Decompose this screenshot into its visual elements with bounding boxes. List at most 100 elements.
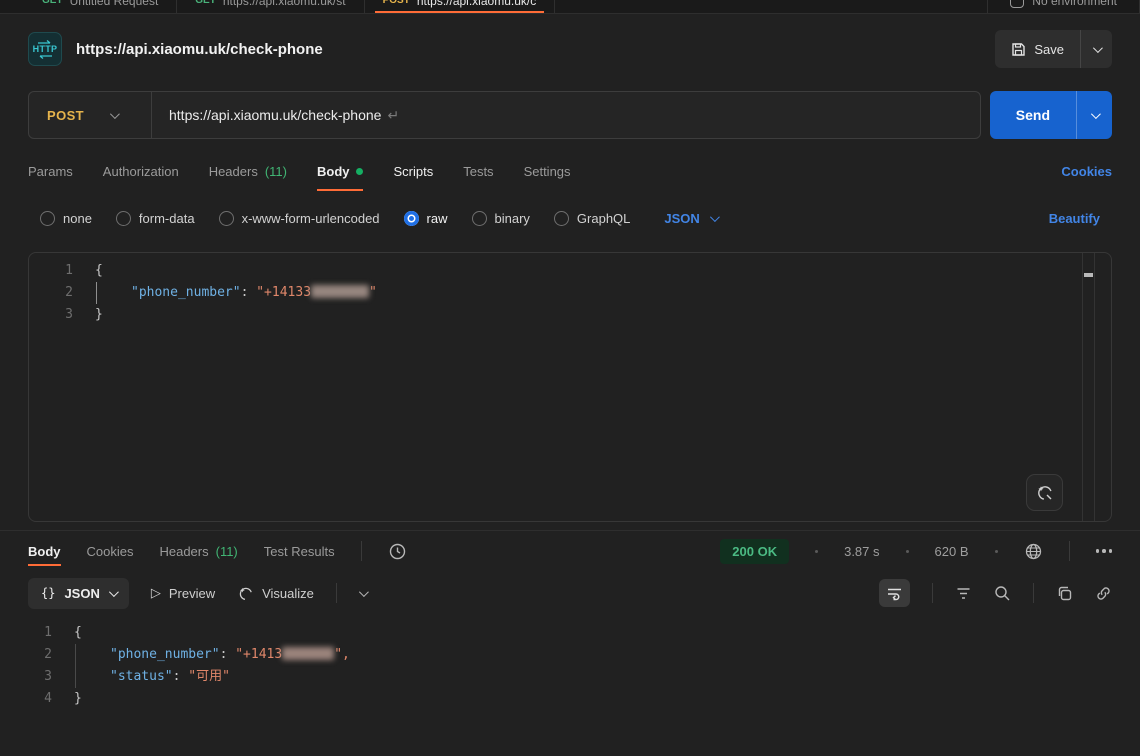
tab-settings[interactable]: Settings (524, 146, 571, 196)
radio-label: form-data (139, 211, 195, 226)
tab-headers[interactable]: Headers (11) (209, 146, 287, 196)
return-key-glyph: ↵ (387, 107, 399, 123)
visualize-button[interactable]: Visualize (237, 585, 314, 602)
request-body-editor[interactable]: 1 { 2 "phone_number": "+14133" 3 } (28, 252, 1112, 522)
json-value: " (369, 285, 377, 300)
tab-label: Tests (463, 164, 493, 179)
url-value: https://api.xiaomu.uk/check-phone (169, 107, 381, 123)
code-token: : (173, 669, 189, 684)
postbot-button[interactable] (1026, 474, 1063, 511)
radio-urlencoded[interactable]: x-www-form-urlencoded (219, 211, 380, 226)
request-tab-untitled[interactable]: GET Untitled Request (24, 0, 176, 13)
indent-guide (75, 666, 76, 688)
line-number: 3 (29, 304, 73, 326)
chevron-down-icon (359, 587, 369, 597)
beautify-link[interactable]: Beautify (1049, 211, 1100, 226)
redacted-phone-number (282, 647, 334, 660)
response-format-dropdown[interactable]: {} JSON (28, 578, 129, 609)
divider (1033, 583, 1034, 603)
radio-form-data[interactable]: form-data (116, 211, 195, 226)
radio-raw[interactable]: raw (404, 211, 448, 226)
chevron-down-icon (110, 109, 120, 119)
request-tab-2[interactable]: GET https://api.xiaomu.uk/st (177, 0, 363, 13)
response-body-viewer[interactable]: 1 { 2 "phone_number": "+1413", 3 "status… (0, 615, 1140, 710)
radio-label: x-www-form-urlencoded (242, 211, 380, 226)
response-tab-cookies[interactable]: Cookies (87, 531, 134, 571)
tab-tests[interactable]: Tests (463, 146, 493, 196)
chevron-down-icon (1091, 109, 1101, 119)
history-icon[interactable] (388, 542, 407, 561)
caret (96, 282, 98, 304)
tab-label: Test Results (264, 544, 335, 559)
response-time[interactable]: 3.87 s (844, 544, 879, 559)
editor-scrollbar[interactable] (1082, 253, 1095, 521)
radio-none[interactable]: none (40, 211, 92, 226)
code-token: } (74, 691, 82, 706)
tab-label: Headers (209, 164, 258, 179)
response-tab-headers[interactable]: Headers (11) (159, 531, 237, 571)
send-button-label: Send (1016, 107, 1050, 123)
postbot-sparkle-icon (1035, 483, 1054, 502)
body-mode-row: none form-data x-www-form-urlencoded raw… (0, 196, 1140, 240)
line-number: 2 (0, 644, 52, 666)
response-tab-body[interactable]: Body (28, 531, 61, 571)
braces-icon: {} (41, 586, 55, 600)
save-button-label: Save (1034, 42, 1064, 57)
separator-dot (995, 550, 998, 553)
response-tab-test-results[interactable]: Test Results (264, 531, 335, 571)
method-dropdown[interactable]: POST (29, 108, 151, 123)
filter-icon[interactable] (955, 586, 972, 601)
indent-guide (75, 644, 76, 666)
method-label-post: POST (383, 0, 410, 6)
url-row: POST https://api.xiaomu.uk/check-phone↵ … (0, 84, 1140, 146)
url-input[interactable]: https://api.xiaomu.uk/check-phone ↵ (152, 107, 399, 124)
radio-icon (219, 211, 234, 226)
headers-count: (11) (265, 164, 287, 179)
json-value: "+1413 (235, 647, 282, 662)
line-number: 2 (29, 282, 73, 304)
network-globe-icon[interactable] (1024, 542, 1043, 561)
tab-label: Scripts (393, 164, 433, 179)
save-icon (1011, 42, 1026, 57)
save-button[interactable]: Save (995, 30, 1080, 68)
preview-button[interactable]: ▷ Preview (151, 585, 215, 601)
send-split-button: Send (990, 91, 1112, 139)
scrollbar-thumb[interactable] (1084, 273, 1093, 277)
visualize-options-chevron[interactable] (359, 590, 366, 597)
save-split-button: Save (995, 30, 1112, 68)
method-label-get: GET (42, 0, 63, 6)
more-options-icon[interactable] (1096, 549, 1113, 553)
cookies-link[interactable]: Cookies (1061, 164, 1112, 179)
radio-graphql[interactable]: GraphQL (554, 211, 630, 226)
response-size[interactable]: 620 B (935, 544, 969, 559)
link-icon[interactable] (1095, 585, 1112, 602)
language-dropdown[interactable]: JSON (664, 211, 716, 226)
send-button[interactable]: Send (990, 91, 1076, 139)
request-title: https://api.xiaomu.uk/check-phone (76, 41, 323, 58)
method-dropdown-label: POST (47, 108, 84, 123)
tab-label: Headers (159, 544, 208, 559)
tab-authorization[interactable]: Authorization (103, 146, 179, 196)
tab-body[interactable]: Body (317, 146, 364, 196)
save-options-button[interactable] (1080, 30, 1112, 68)
send-options-button[interactable] (1076, 91, 1112, 139)
json-key: "phone_number" (110, 647, 220, 662)
radio-label: GraphQL (577, 211, 630, 226)
search-icon[interactable] (994, 585, 1011, 602)
line-number: 1 (0, 622, 52, 644)
copy-icon[interactable] (1056, 585, 1073, 602)
tab-label: Body (317, 164, 350, 179)
tab-params[interactable]: Params (28, 146, 73, 196)
request-tab-active[interactable]: POST https://api.xiaomu.uk/c (365, 0, 555, 13)
status-badge[interactable]: 200 OK (720, 539, 789, 564)
tab-scripts[interactable]: Scripts (393, 146, 433, 196)
environment-selector[interactable]: No environment (988, 0, 1139, 13)
line-number: 4 (0, 688, 52, 710)
line-number: 1 (29, 260, 73, 282)
tab-label: https://api.xiaomu.uk/st (223, 0, 346, 8)
radio-binary[interactable]: binary (472, 211, 530, 226)
request-header: HTTP https://api.xiaomu.uk/check-phone S… (0, 14, 1140, 84)
tab-label: Authorization (103, 164, 179, 179)
chevron-down-icon (109, 587, 119, 597)
word-wrap-button[interactable] (879, 579, 910, 607)
